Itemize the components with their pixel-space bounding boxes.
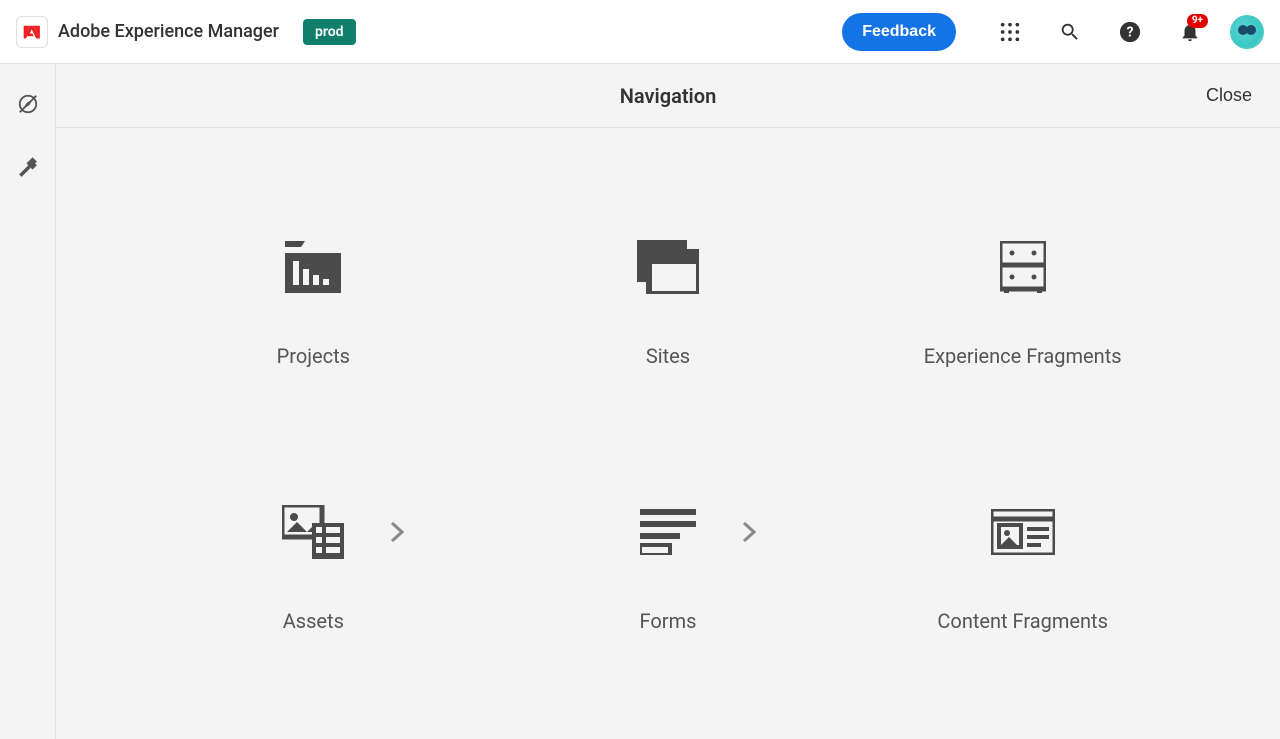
- chevron-right-icon: [742, 521, 756, 547]
- close-button[interactable]: Close: [1206, 85, 1252, 106]
- notifications-icon[interactable]: 9+: [1170, 12, 1210, 52]
- navigation-grid: Projects Sites Experience Fragments: [56, 128, 1280, 739]
- projects-icon: [285, 241, 341, 297]
- notification-badge: 9+: [1187, 14, 1208, 28]
- top-bar: Adobe Experience Manager prod Feedback ?…: [0, 0, 1280, 64]
- tile-label: Experience Fragments: [924, 344, 1122, 368]
- tile-assets[interactable]: Assets: [136, 434, 491, 700]
- chevron-right-icon: [390, 521, 404, 547]
- hammer-icon[interactable]: [8, 148, 48, 188]
- tile-content-fragments[interactable]: Content Fragments: [845, 434, 1200, 700]
- main-content: Navigation Close Projects Sites: [56, 64, 1280, 739]
- sites-icon: [637, 240, 699, 298]
- feedback-button[interactable]: Feedback: [842, 13, 956, 51]
- tile-experience-fragments[interactable]: Experience Fragments: [845, 168, 1200, 434]
- app-title: Adobe Experience Manager: [58, 21, 279, 42]
- tile-forms[interactable]: Forms: [491, 434, 846, 700]
- tile-label: Sites: [646, 344, 690, 368]
- avatar[interactable]: [1230, 15, 1264, 49]
- help-icon[interactable]: ?: [1110, 12, 1150, 52]
- env-badge: prod: [303, 19, 356, 45]
- subheader: Navigation Close: [56, 64, 1280, 128]
- content-fragments-icon: [991, 509, 1055, 559]
- page-title: Navigation: [620, 84, 716, 108]
- tile-label: Assets: [283, 609, 344, 633]
- tile-label: Content Fragments: [937, 609, 1108, 633]
- search-icon[interactable]: [1050, 12, 1090, 52]
- tile-projects[interactable]: Projects: [136, 168, 491, 434]
- apps-icon[interactable]: [990, 12, 1030, 52]
- tile-label: Projects: [277, 344, 350, 368]
- assets-icon: [282, 505, 344, 563]
- fragments-icon: [1000, 241, 1046, 297]
- left-rail: [0, 64, 56, 739]
- adobe-logo[interactable]: [16, 16, 48, 48]
- tile-sites[interactable]: Sites: [491, 168, 846, 434]
- svg-text:?: ?: [1127, 24, 1134, 40]
- forms-icon: [640, 509, 696, 559]
- compass-icon[interactable]: [8, 84, 48, 124]
- tile-label: Forms: [640, 609, 697, 633]
